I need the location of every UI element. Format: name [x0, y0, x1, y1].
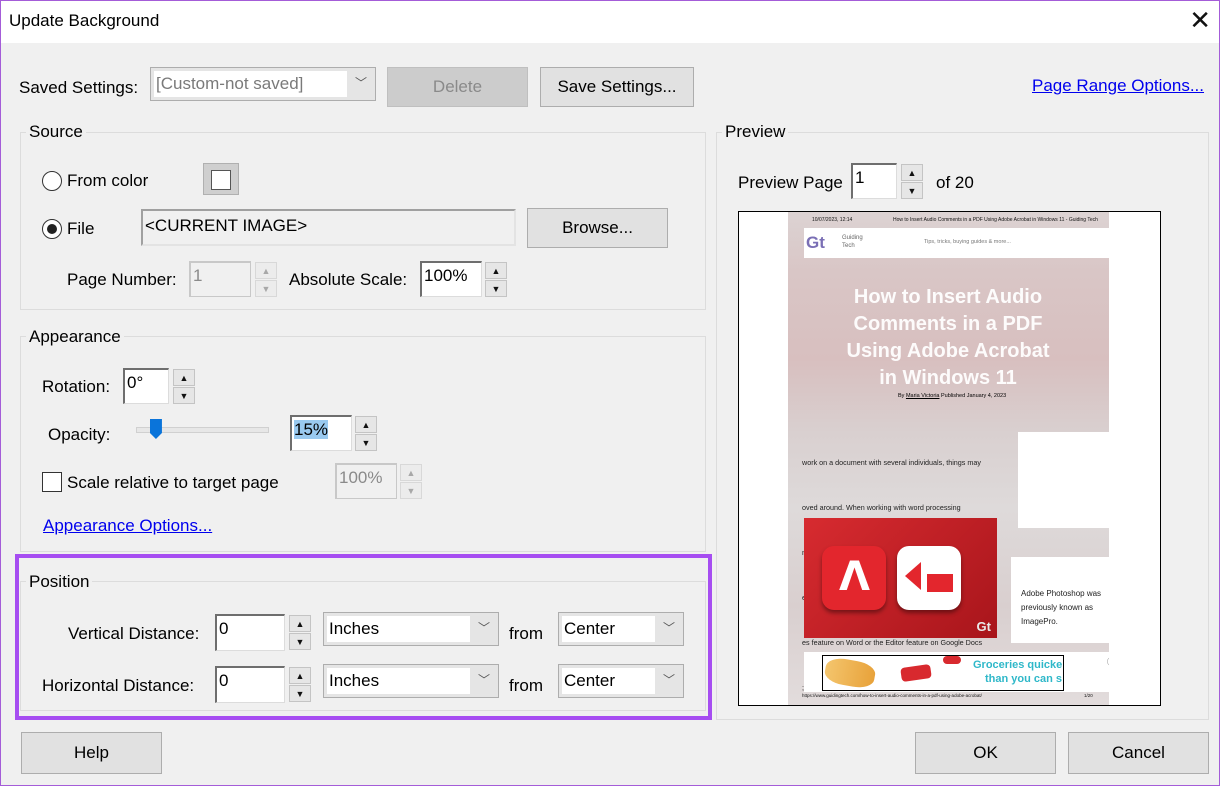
file-path-field[interactable]: <CURRENT IMAGE>	[141, 209, 516, 246]
appearance-group-title: Appearance	[26, 327, 124, 347]
file-label: File	[67, 219, 95, 238]
doc-published-date: Published January 4, 2023	[941, 393, 1007, 399]
dialog-title: Update Background	[9, 11, 160, 30]
doc-hero-line1: How to Insert Audio	[853, 286, 1043, 308]
doc-site-name-line1: Guiding	[842, 235, 863, 241]
doc-body-line: oved around. When working with word proc…	[802, 503, 961, 512]
spin-down-icon[interactable]: ▼	[485, 280, 507, 297]
scale-relative-field[interactable]: 100%	[335, 463, 397, 499]
spin-down-icon[interactable]: ▼	[400, 482, 422, 499]
rotation-field[interactable]: 0°	[123, 368, 169, 404]
audio-comment-icon	[897, 546, 961, 610]
spin-up-icon[interactable]: ▲	[485, 262, 507, 279]
delete-button[interactable]: Delete	[387, 67, 528, 107]
doc-footer-page: 1/20	[1084, 693, 1093, 698]
preview-page-field[interactable]: 1	[851, 163, 897, 199]
preview-group-title: Preview	[722, 122, 789, 142]
doc-byline-prefix: By	[898, 393, 905, 399]
preview-page-count: of 20	[936, 173, 974, 192]
ad-text-line1: Groceries quicke	[973, 659, 1063, 671]
doc-ad-creative: Groceries quicke than you can s	[822, 655, 1064, 691]
guiding-tech-logo-icon: Gt	[806, 233, 825, 252]
doc-hero-title: How to Insert Audio Comments in a PDF Us…	[808, 284, 1088, 392]
file-radio[interactable]	[42, 219, 62, 239]
doc-byline: By Maria Victoria Published January 4, 2…	[898, 393, 1006, 399]
spin-up-icon[interactable]: ▲	[255, 262, 277, 279]
doc-watermark: Gt	[976, 619, 991, 634]
opacity-value: 15%	[294, 420, 329, 439]
opacity-field[interactable]: 15%	[290, 415, 352, 451]
preview-page: 10/07/2023, 12:14 How to Insert Audio Co…	[788, 212, 1109, 705]
doc-hero-line2: Comments in a PDF	[853, 313, 1043, 335]
doc-ad-banner: Groceries quicke than you can s ⓧ	[804, 652, 1109, 692]
preview-page-label: Preview Page	[738, 173, 843, 192]
spin-up-icon[interactable]: ▲	[355, 416, 377, 433]
from-color-label: From color	[67, 171, 149, 190]
page-number-label: Page Number:	[67, 270, 177, 289]
title-bar: Update Background ✕	[1, 1, 1219, 43]
doc-timestamp: 10/07/2023, 12:14	[812, 217, 853, 223]
saved-settings-dropdown[interactable]: [Custom-not saved] ﹀	[150, 67, 376, 101]
saved-settings-label: Saved Settings:	[19, 78, 139, 97]
browse-button[interactable]: Browse...	[527, 208, 668, 248]
ad-can-image	[900, 663, 932, 683]
spin-down-icon[interactable]: ▼	[355, 434, 377, 451]
doc-fact-text: Adobe Photoshop was previously known as …	[1021, 589, 1102, 626]
ad-food-image	[823, 656, 877, 690]
save-settings-button[interactable]: Save Settings...	[540, 67, 694, 107]
doc-tagline: Tips, tricks, buying guides & more...	[924, 239, 1011, 245]
page-number-field[interactable]: 1	[189, 261, 251, 297]
scale-relative-label: Scale relative to target page	[67, 473, 279, 492]
doc-hero-line4: in Windows 11	[879, 367, 1017, 389]
from-color-radio[interactable]	[42, 171, 62, 191]
opacity-label: Opacity:	[48, 425, 111, 444]
doc-footer-url: https://www.guidingtech.com/how-to-inser…	[802, 693, 982, 698]
doc-ad-placeholder	[1018, 432, 1109, 528]
spin-down-icon[interactable]: ▼	[173, 387, 195, 404]
color-swatch-preview	[211, 170, 231, 190]
doc-site-name-line2: Tech	[842, 243, 855, 249]
absolute-scale-field[interactable]: 100%	[420, 261, 482, 297]
doc-fact-box: Adobe Photoshop was previously known as …	[1011, 557, 1109, 643]
update-background-dialog: Update Background ✕ Saved Settings: [Cus…	[0, 0, 1220, 786]
doc-site-header: Gt Guiding Tech Tips, tricks, buying gui…	[804, 228, 1109, 258]
doc-body-line: work on a document with several individu…	[802, 458, 981, 467]
cancel-button[interactable]: Cancel	[1068, 732, 1209, 774]
spin-up-icon[interactable]: ▲	[173, 369, 195, 386]
doc-feature-image: ᐱ Gt	[804, 518, 997, 638]
acrobat-icon: ᐱ	[822, 546, 886, 610]
preview-canvas: 10/07/2023, 12:14 How to Insert Audio Co…	[738, 211, 1161, 706]
doc-site-name: Guiding Tech	[842, 234, 863, 250]
source-group-title: Source	[26, 122, 86, 142]
scale-relative-checkbox[interactable]	[42, 472, 62, 492]
rotation-label: Rotation:	[42, 377, 111, 396]
ad-can-image	[943, 656, 961, 664]
spin-down-icon[interactable]: ▼	[255, 280, 277, 297]
ad-text-line2: than you can s	[985, 673, 1063, 685]
absolute-scale-label: Absolute Scale:	[289, 270, 408, 289]
color-swatch-button[interactable]	[203, 163, 239, 195]
ok-button[interactable]: OK	[915, 732, 1056, 774]
page-range-options-link[interactable]: Page Range Options...	[1032, 76, 1204, 96]
position-highlight-annotation	[15, 554, 712, 720]
chevron-down-icon: ﹀	[354, 75, 367, 90]
doc-header-title: How to Insert Audio Comments in a PDF Us…	[893, 217, 1098, 223]
saved-settings-value: [Custom-not saved]	[154, 71, 347, 97]
help-button[interactable]: Help	[21, 732, 162, 774]
spin-down-icon[interactable]: ▼	[901, 182, 923, 199]
doc-hero-line3: Using Adobe Acrobat	[846, 340, 1050, 362]
appearance-options-link[interactable]: Appearance Options...	[43, 516, 212, 536]
spin-up-icon[interactable]: ▲	[901, 164, 923, 181]
ad-close-icon: ⓧ	[1107, 655, 1109, 668]
close-icon[interactable]: ✕	[1189, 5, 1211, 35]
spin-up-icon[interactable]: ▲	[400, 464, 422, 481]
doc-author-link: Maria Victoria	[905, 393, 940, 399]
